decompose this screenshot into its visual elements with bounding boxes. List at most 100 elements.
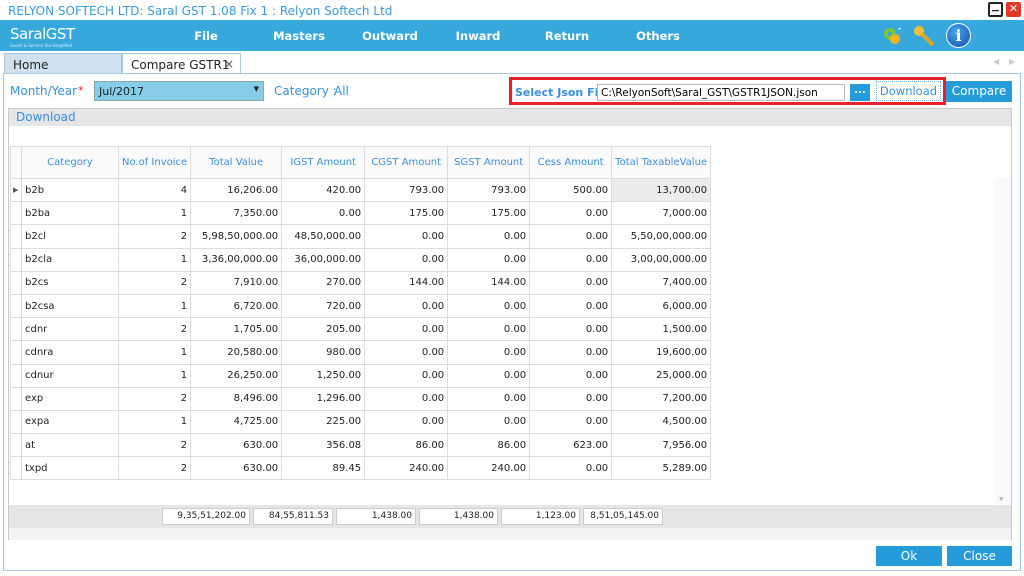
column-header[interactable]: Total Value xyxy=(190,146,283,179)
table-cell: 20,580.00 xyxy=(190,340,283,365)
tab-scroll-left-icon[interactable]: ◀ xyxy=(993,57,999,66)
table-cell: b2cla xyxy=(21,247,119,272)
table-row[interactable]: b2cla 1 3,36,00,000.00 36,00,000.00 0.00 0.00… xyxy=(10,247,712,272)
table-cell: expa xyxy=(21,409,119,435)
table-cell: 356.08 xyxy=(281,433,366,458)
table-row[interactable]: exp 2 8,496.00 1,296.00 0.00 0.00 0.00 7,200.00 xyxy=(10,386,712,411)
table-cell: 0.00 xyxy=(447,340,531,365)
vertical-scrollbar[interactable]: ▼ xyxy=(995,178,1010,505)
table-row[interactable]: cdnur 1 26,250.00 1,250.00 0.00 0.00 0.00 25,00… xyxy=(10,363,712,388)
window-title: RELYON SOFTECH LTD: Saral GST 1.08 Fix 1… xyxy=(8,4,393,18)
table-cell: 3,36,00,000.00 xyxy=(190,247,283,272)
table-row[interactable]: txpd 2 630.00 89.45 240.00 240.00 0.00 5,289.00 xyxy=(10,456,712,481)
table-cell: 420.00 xyxy=(281,177,366,203)
table-cell: 0.00 xyxy=(529,340,613,365)
compare-button[interactable]: Compare xyxy=(946,81,1012,102)
table-cell: 36,00,000.00 xyxy=(281,247,366,272)
table-cell: 2 xyxy=(117,433,192,458)
table-cell: 0.00 xyxy=(364,247,449,272)
row-indicator xyxy=(10,363,22,388)
table-cell: 2 xyxy=(117,224,192,249)
table-cell: 980.00 xyxy=(281,340,366,365)
table-cell: 1,250.00 xyxy=(281,363,366,388)
table-row[interactable]: b2ba 1 7,350.00 0.00 175.00 175.00 0.00 7,000.0… xyxy=(10,201,712,226)
menu-file[interactable]: File xyxy=(194,29,218,43)
table-row[interactable]: cdnra 1 20,580.00 980.00 0.00 0.00 0.00 19,600.… xyxy=(10,340,712,365)
tab-home[interactable]: Home xyxy=(4,53,122,74)
table-cell: 1 xyxy=(117,340,192,365)
tab-home-label: Home xyxy=(13,58,49,72)
menu-others[interactable]: Others xyxy=(636,29,680,43)
column-header[interactable]: CGST Amount xyxy=(364,146,449,179)
table-row[interactable]: b2cl 2 5,98,50,000.00 48,50,000.00 0.00 0.00 0… xyxy=(10,224,712,249)
scroll-down-icon[interactable]: ▼ xyxy=(999,496,1004,503)
table-cell: 7,400.00 xyxy=(611,270,712,295)
table-row[interactable]: b2csa 1 6,720.00 720.00 0.00 0.00 0.00 6,000.00 xyxy=(10,293,712,319)
gstr1-table: Category No.of Invoice Total Value IGST Amo… xyxy=(10,146,712,481)
table-cell: b2cl xyxy=(21,224,119,249)
table-cell: b2cs xyxy=(21,270,119,295)
table-cell: 0.00 xyxy=(447,317,531,342)
table-row[interactable]: ▶ b2b 4 16,206.00 420.00 793.00 793.00 500.00 13… xyxy=(10,177,712,203)
logo-text: SaralGST xyxy=(10,25,75,43)
menu-bar: SaralGST Goods & Service Tax Simplified F… xyxy=(0,20,1024,51)
menu-masters[interactable]: Masters xyxy=(273,29,325,43)
table-cell: 0.00 xyxy=(529,201,613,226)
tab-scroll-right-icon[interactable]: ▶ xyxy=(1009,57,1015,66)
table-cell: 8,496.00 xyxy=(190,386,283,411)
close-button[interactable]: Close xyxy=(947,546,1012,566)
column-header[interactable]: Category xyxy=(21,146,119,179)
info-icon[interactable]: i xyxy=(946,23,971,48)
table-cell: 0.00 xyxy=(364,340,449,365)
table-row[interactable]: at 2 630.00 356.08 86.00 86.00 623.00 7,956.00 xyxy=(10,433,712,458)
horizontal-scrollbar[interactable] xyxy=(9,528,1011,540)
table-cell: 0.00 xyxy=(529,317,613,342)
column-header[interactable]: SGST Amount xyxy=(447,146,531,179)
table-cell: cdnur xyxy=(21,363,119,388)
table-cell: 7,910.00 xyxy=(190,270,283,295)
menu-return[interactable]: Return xyxy=(545,29,589,43)
menu-inward[interactable]: Inward xyxy=(456,29,501,43)
table-cell: 0.00 xyxy=(447,224,531,249)
column-header[interactable]: No.of Invoice xyxy=(117,146,192,179)
table-row[interactable]: b2cs 2 7,910.00 270.00 144.00 144.00 0.00 7,400… xyxy=(10,270,712,295)
total-cell: 8,51,05,145.00 xyxy=(583,508,663,525)
close-window-button[interactable]: ✕ xyxy=(1006,2,1021,17)
settings-gears-icon[interactable] xyxy=(882,26,902,46)
table-cell: 1,500.00 xyxy=(611,317,712,342)
category-value[interactable]: All xyxy=(334,84,349,98)
keys-icon[interactable] xyxy=(912,24,936,48)
table-cell: 630.00 xyxy=(190,433,283,458)
tab-compare-gstr1[interactable]: Compare GSTR1 × xyxy=(122,53,241,75)
table-cell: 144.00 xyxy=(364,270,449,295)
menu-outward[interactable]: Outward xyxy=(362,29,418,43)
minimize-button[interactable]: − xyxy=(988,2,1003,17)
table-cell: 205.00 xyxy=(281,317,366,342)
totals-row: 9,35,51,202.00 84,55,811.53 1,438.00 1,438.… xyxy=(9,505,1011,528)
browse-button[interactable]: ... xyxy=(850,84,870,101)
ok-button[interactable]: Ok xyxy=(876,546,942,566)
table-cell: 13,700.00 xyxy=(611,177,712,203)
row-indicator xyxy=(10,340,22,365)
table-row[interactable]: expa 1 4,725.00 225.00 0.00 0.00 0.00 4,500.00 xyxy=(10,409,712,435)
json-file-path-input[interactable] xyxy=(597,84,845,101)
table-cell: 3,00,00,000.00 xyxy=(611,247,712,272)
column-header[interactable]: Total TaxableValue xyxy=(611,146,712,179)
row-indicator xyxy=(10,433,22,458)
table-cell: 0.00 xyxy=(529,224,613,249)
table-cell: 144.00 xyxy=(447,270,531,295)
tab-close-icon[interactable]: × xyxy=(224,57,234,71)
column-header[interactable]: IGST Amount xyxy=(281,146,366,179)
grid-download-link[interactable]: Download xyxy=(16,110,76,124)
row-indicator xyxy=(10,247,22,272)
chevron-down-icon: ▼ xyxy=(253,85,259,93)
table-cell: 630.00 xyxy=(190,456,283,481)
table-row[interactable]: cdnr 2 1,705.00 205.00 0.00 0.00 0.00 1,500.00 xyxy=(10,317,712,342)
table-cell: 86.00 xyxy=(364,433,449,458)
table-cell: 4 xyxy=(117,177,192,203)
month-year-select[interactable]: Jul/2017 ▼ xyxy=(94,81,264,101)
download-json-button[interactable]: Download xyxy=(876,81,941,101)
total-cell: 84,55,811.53 xyxy=(253,508,333,525)
table-cell: 0.00 xyxy=(364,409,449,435)
column-header[interactable]: Cess Amount xyxy=(529,146,613,179)
